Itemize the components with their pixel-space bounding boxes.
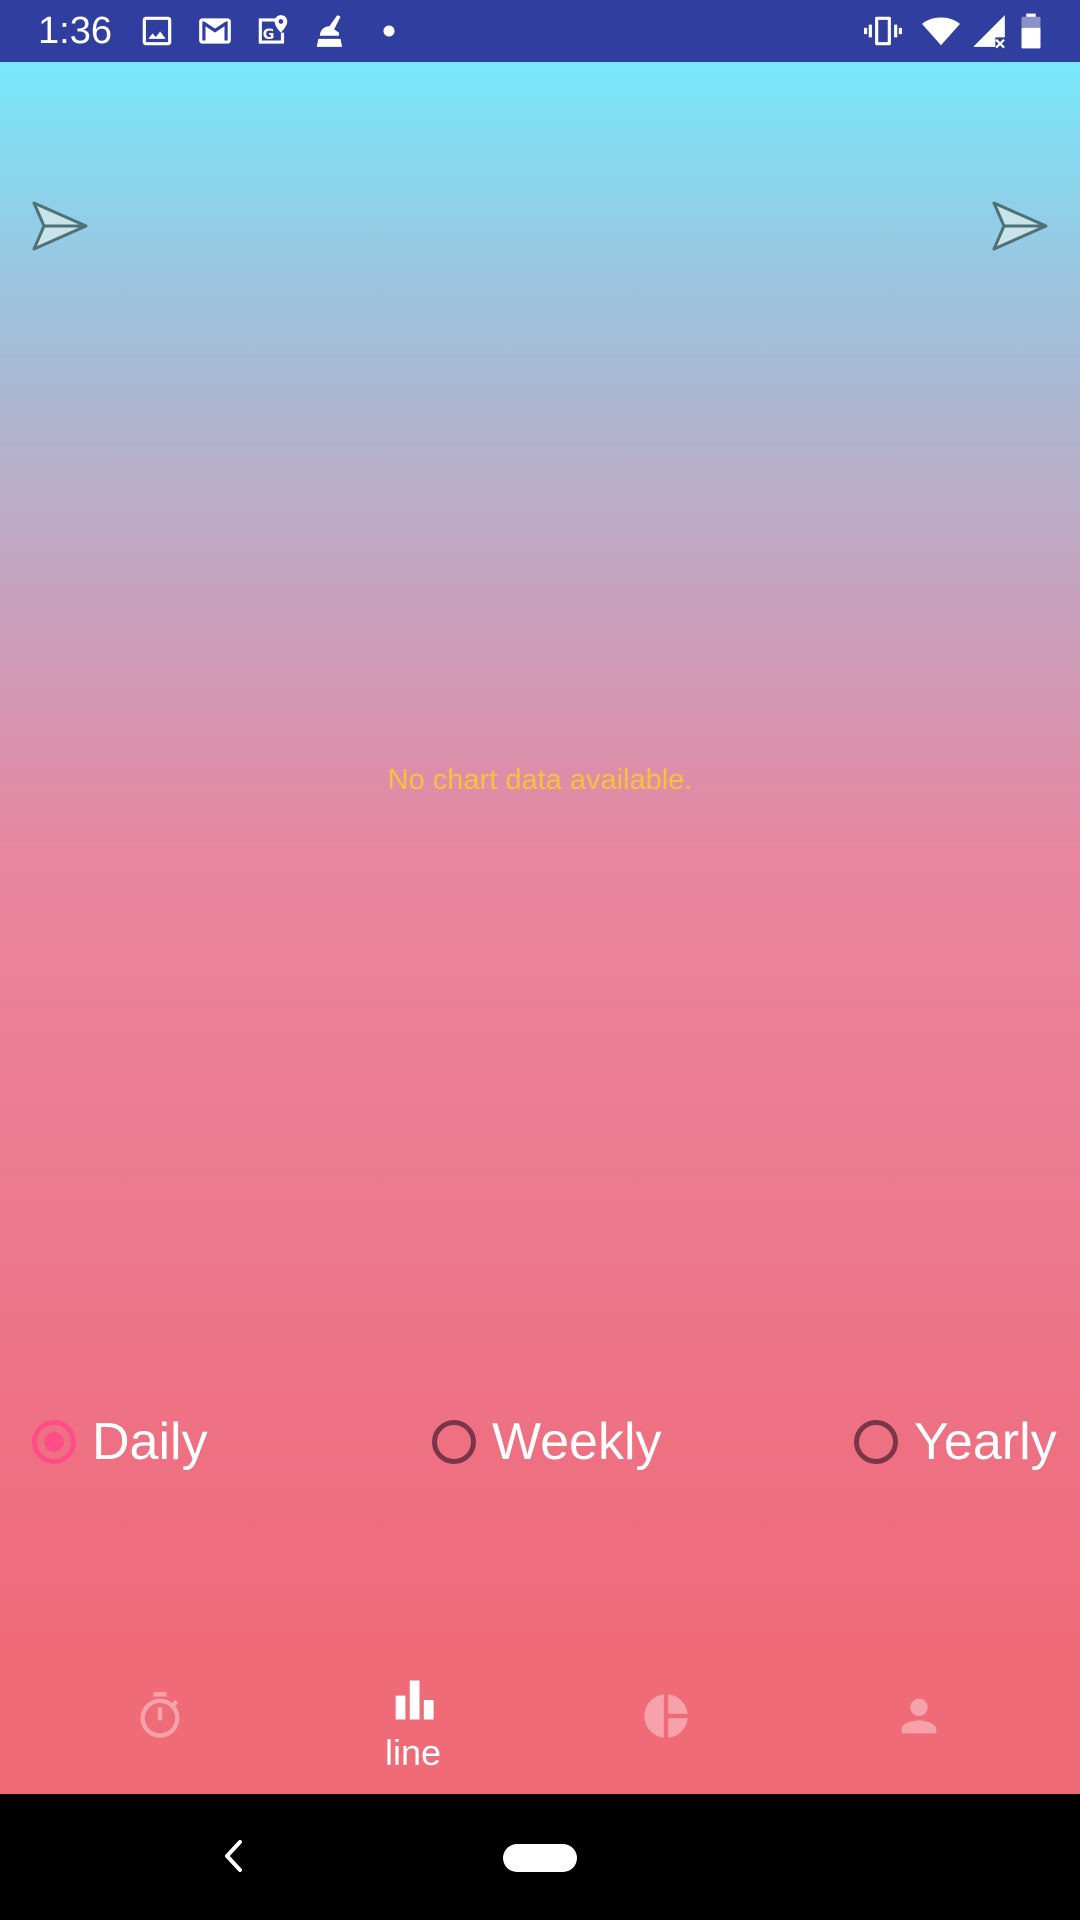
- radio-label-yearly: Yearly: [914, 1413, 1057, 1471]
- system-navigation-bar: [0, 1794, 1080, 1920]
- home-pill-icon[interactable]: [503, 1844, 577, 1872]
- dot-icon: [370, 12, 408, 50]
- radio-weekly[interactable]: Weekly: [432, 1402, 662, 1482]
- person-icon: [893, 1690, 945, 1742]
- maps-icon: G: [254, 12, 292, 50]
- back-icon[interactable]: [218, 1836, 248, 1876]
- radio-label-weekly: Weekly: [492, 1413, 662, 1471]
- cleaner-icon: [312, 12, 350, 50]
- status-bar: 1:36 G: [0, 0, 1080, 62]
- empty-chart-message: No chart data available.: [387, 764, 693, 796]
- radio-yearly[interactable]: Yearly: [854, 1402, 1057, 1482]
- gmail-icon: [196, 12, 234, 50]
- nav-item-profile[interactable]: [784, 1644, 1054, 1794]
- wifi-icon: [922, 12, 960, 50]
- vibrate-icon: [864, 12, 902, 50]
- bottom-navigation: line: [0, 1644, 1080, 1794]
- image-icon: [138, 12, 176, 50]
- nav-item-line[interactable]: line: [278, 1644, 548, 1794]
- send-icon[interactable]: [990, 199, 1050, 255]
- status-time: 1:36: [38, 10, 112, 52]
- nav-item-pie[interactable]: [531, 1644, 801, 1794]
- nav-label-line: line: [384, 1732, 442, 1773]
- svg-text:G: G: [263, 27, 275, 43]
- pie-chart-icon: [640, 1690, 692, 1742]
- radio-button-unchecked[interactable]: [432, 1420, 476, 1464]
- radio-daily[interactable]: Daily: [32, 1402, 208, 1482]
- chart-area: No chart data available. Daily Weekly Ye…: [0, 62, 1080, 1644]
- radio-button-checked[interactable]: [32, 1420, 76, 1464]
- nav-item-timer[interactable]: [25, 1644, 295, 1794]
- stopwatch-icon: [134, 1690, 186, 1742]
- app-screen: 1:36 G No chart data available. Daily We…: [0, 0, 1080, 1920]
- period-radio-group: Daily Weekly Yearly: [0, 1402, 1080, 1482]
- signal-icon: [970, 12, 1008, 50]
- send-icon[interactable]: [30, 199, 90, 255]
- bar-chart-icon: [387, 1674, 439, 1726]
- radio-button-unchecked[interactable]: [854, 1420, 898, 1464]
- radio-label-daily: Daily: [92, 1413, 208, 1471]
- battery-icon: [1012, 12, 1050, 50]
